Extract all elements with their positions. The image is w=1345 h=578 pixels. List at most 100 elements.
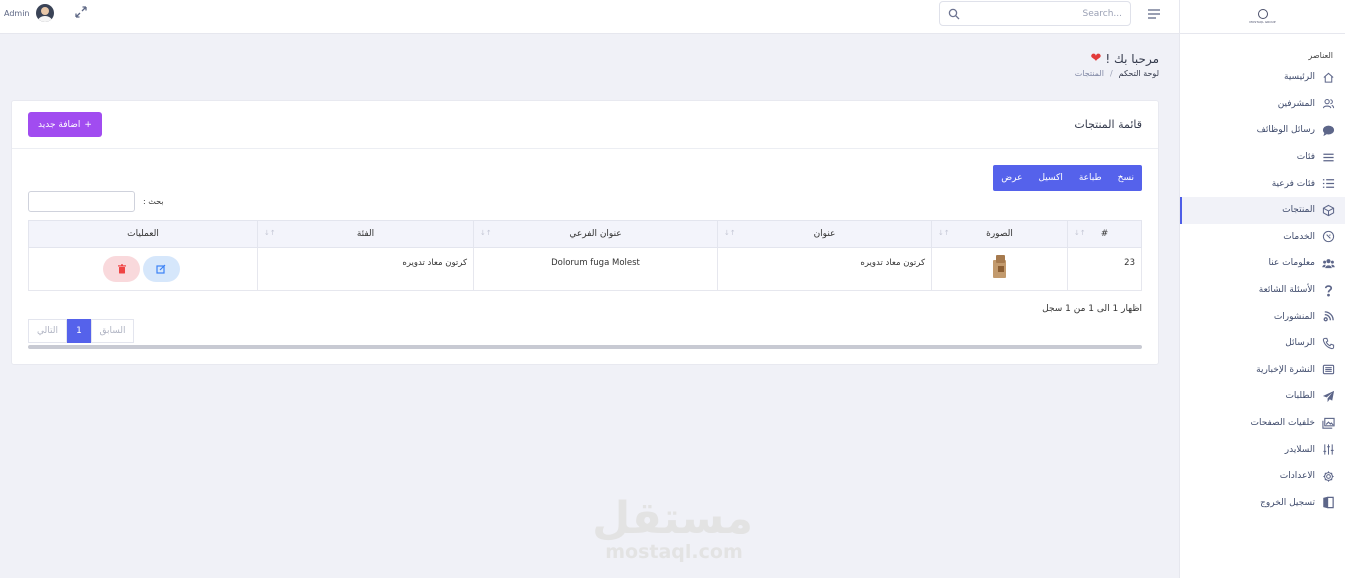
hamburger-menu-icon[interactable] [1147, 8, 1161, 20]
sidebar-item[interactable]: الخدمات [1180, 224, 1345, 251]
newspaper-icon [1321, 363, 1335, 377]
cell-title: كرتون معاد تدويره [717, 247, 932, 291]
images-icon [1321, 416, 1335, 430]
logo-mark: MOSTAQL GROUP [1248, 8, 1278, 25]
sidebar-item-label: فئات فرعية [1271, 178, 1315, 189]
trash-icon [117, 264, 126, 274]
logo[interactable]: MOSTAQL GROUP [1180, 0, 1345, 34]
horizontal-scrollbar[interactable] [28, 345, 1142, 349]
column-header-title[interactable]: عنوان ↑↓ [717, 220, 932, 248]
column-header-image[interactable]: الصورة ↑↓ [931, 220, 1068, 248]
phone-icon [1321, 336, 1335, 350]
sidebar-item-label: السلايدر [1284, 444, 1315, 455]
sidebar-item[interactable]: تسجيل الخروج [1180, 490, 1345, 517]
sidebar-item[interactable]: المنتجات [1180, 196, 1345, 224]
edit-button[interactable] [142, 256, 180, 282]
sliders-icon [1321, 443, 1335, 457]
edit-icon [156, 264, 166, 274]
box-icon [1321, 203, 1335, 217]
sidebar-item-label: الاعدادات [1279, 471, 1315, 482]
sidebar-item[interactable]: النشرة الإخبارية [1180, 357, 1345, 384]
sidebar-item-label: فئات [1296, 152, 1315, 163]
pagination-page[interactable]: 1 [67, 319, 91, 343]
table-row: 23 كرتون معاد تدويره Dolorum fuga Molest… [28, 247, 1142, 291]
cell-image [931, 247, 1068, 291]
user-menu[interactable]: Admin [4, 4, 54, 22]
column-header-label: # [1100, 229, 1109, 239]
thumbnail-box [995, 255, 1005, 263]
pagination-prev[interactable]: السابق [91, 319, 134, 343]
sort-icon: ↑↓ [1074, 229, 1086, 237]
search-input[interactable] [960, 2, 1122, 25]
table-search: بحث : [28, 191, 163, 212]
cell-subtitle: Dolorum fuga Molest [473, 247, 718, 291]
sidebar-item-label: خلفيات الصفحات [1250, 418, 1315, 429]
menu-heading: العناصر [1308, 51, 1333, 60]
sidebar-item[interactable]: المشرفين [1180, 91, 1345, 118]
avatar[interactable] [35, 4, 54, 22]
card-header: قائمة المنتجات + اضافة جديد [12, 101, 1158, 149]
print-button[interactable]: طباعة [1071, 165, 1110, 191]
search-box[interactable] [939, 1, 1131, 26]
breadcrumb: لوحة التحكم / المنتجات [1075, 69, 1159, 78]
logo-circle [1257, 8, 1268, 19]
list-bullets-icon [1321, 177, 1335, 191]
card-title: قائمة المنتجات [1074, 118, 1142, 131]
sidebar-item[interactable]: فئات [1180, 144, 1345, 171]
view-button[interactable]: عرض [993, 165, 1030, 191]
sidebar-item[interactable]: السلايدر [1180, 436, 1345, 463]
user-name: Admin [4, 8, 30, 18]
copy-button[interactable]: نسخ [1110, 165, 1142, 191]
sidebar-menu: الرئيسية المشرفين رسائل الوظائف فئات فئات فر… [1180, 64, 1345, 516]
sidebar-item[interactable]: الاعدادات [1180, 463, 1345, 490]
delete-button[interactable] [103, 256, 141, 282]
sidebar-item[interactable]: خلفيات الصفحات [1180, 410, 1345, 437]
export-buttons: نسخ طباعة اكسيل عرض [993, 165, 1142, 191]
sort-icon: ↑↓ [938, 229, 950, 237]
sidebar-item-label: المشرفين [1277, 98, 1315, 109]
sidebar-item[interactable]: المنشورات [1180, 303, 1345, 330]
gear-icon [1321, 469, 1335, 483]
table-header-row: # ↑↓ الصورة ↑↓ عنوان ↑↓ عنوان الفرعي ↑↓ الفئ… [28, 220, 1142, 248]
search-icon [948, 8, 960, 20]
column-header-label: العمليات [127, 229, 159, 239]
sidebar-item-label: الخدمات [1283, 231, 1315, 242]
sidebar-item[interactable]: معلومات عنا [1180, 250, 1345, 277]
watermark-latin: mostaql.com [605, 541, 743, 563]
paper-plane-icon [1321, 389, 1335, 403]
sidebar-item[interactable]: الرسائل [1180, 330, 1345, 357]
welcome-title: مرحبا بك ! ❤ [1090, 51, 1159, 66]
add-new-label: اضافة جديد [38, 119, 81, 130]
column-header-label: عنوان [813, 229, 836, 239]
plus-icon: + [84, 119, 92, 130]
products-table: # ↑↓ الصورة ↑↓ عنوان ↑↓ عنوان الفرعي ↑↓ الفئ… [28, 220, 1142, 291]
sidebar-item[interactable]: الأسئلة الشائعة [1180, 277, 1345, 304]
sidebar-item[interactable]: فئات فرعية [1180, 170, 1345, 197]
people-icon [1321, 256, 1335, 270]
breadcrumb-separator: / [1109, 69, 1113, 78]
column-header-label: الصورة [986, 229, 1013, 239]
column-header-subtitle[interactable]: عنوان الفرعي ↑↓ [473, 220, 718, 248]
column-header-id[interactable]: # ↑↓ [1067, 220, 1142, 248]
home-icon [1321, 70, 1335, 84]
table-search-input[interactable] [28, 191, 135, 212]
sidebar-item[interactable]: الرئيسية [1180, 64, 1345, 91]
logout-icon [1321, 496, 1335, 510]
excel-button[interactable]: اكسيل [1030, 165, 1070, 191]
welcome-text: مرحبا بك ! [1105, 51, 1159, 66]
add-new-button[interactable]: + اضافة جديد [28, 112, 102, 137]
sidebar-item[interactable]: رسائل الوظائف [1180, 117, 1345, 144]
sort-icon: ↑↓ [724, 229, 736, 237]
breadcrumb-home[interactable]: لوحة التحكم [1119, 69, 1159, 78]
sidebar-item[interactable]: الطلبات [1180, 383, 1345, 410]
column-header-category[interactable]: الفئة ↑↓ [257, 220, 474, 248]
table-search-label: بحث : [143, 197, 164, 206]
watermark: مستقل mostaql.com [592, 497, 753, 567]
fullscreen-icon[interactable] [74, 5, 88, 19]
column-header-actions: العمليات [28, 220, 258, 248]
cell-id: 23 [1067, 247, 1142, 291]
products-card: قائمة المنتجات + اضافة جديد نسخ طباعة اك… [11, 100, 1159, 365]
sidebar-item-label: الأسئلة الشائعة [1258, 285, 1315, 296]
pagination-next[interactable]: التالي [28, 319, 67, 343]
thumbnail-box [997, 266, 1004, 272]
